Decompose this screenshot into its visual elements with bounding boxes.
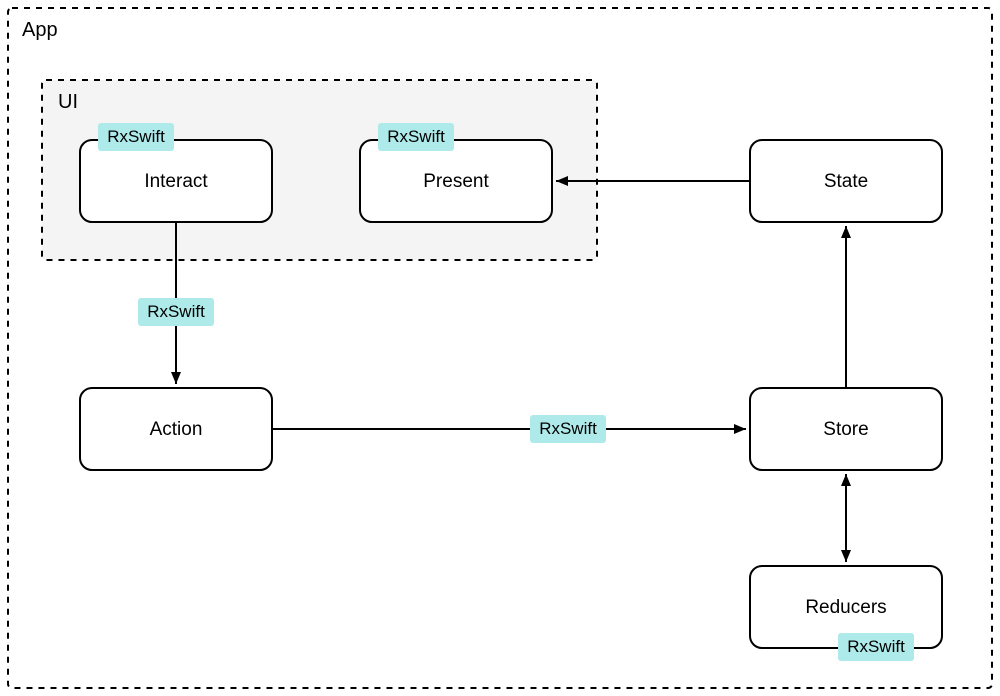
architecture-diagram: App UI Interact RxSwift Present RxSwift … [0, 0, 1000, 696]
arrow-action-to-store-badge: RxSwift [530, 415, 606, 443]
arrow-interact-to-action-badge-label: RxSwift [147, 302, 205, 321]
store-node: Store [750, 388, 942, 470]
state-label: State [824, 171, 868, 192]
action-node: Action [80, 388, 272, 470]
arrow-action-to-store-badge-label: RxSwift [539, 419, 597, 438]
present-rxswift-badge-label: RxSwift [387, 127, 445, 146]
reducers-node: Reducers RxSwift [750, 566, 942, 661]
action-label: Action [150, 419, 203, 440]
store-label: Store [823, 419, 868, 440]
present-label: Present [423, 171, 489, 192]
present-rxswift-badge: RxSwift [378, 123, 454, 151]
interact-label: Interact [144, 171, 208, 192]
app-container-label: App [22, 19, 58, 41]
reducers-label: Reducers [805, 597, 886, 618]
interact-rxswift-badge: RxSwift [98, 123, 174, 151]
interact-rxswift-badge-label: RxSwift [107, 127, 165, 146]
arrow-interact-to-action-badge: RxSwift [138, 298, 214, 326]
state-node: State [750, 140, 942, 222]
reducers-rxswift-badge: RxSwift [838, 633, 914, 661]
ui-container-label: UI [58, 91, 78, 113]
reducers-rxswift-badge-label: RxSwift [847, 637, 905, 656]
